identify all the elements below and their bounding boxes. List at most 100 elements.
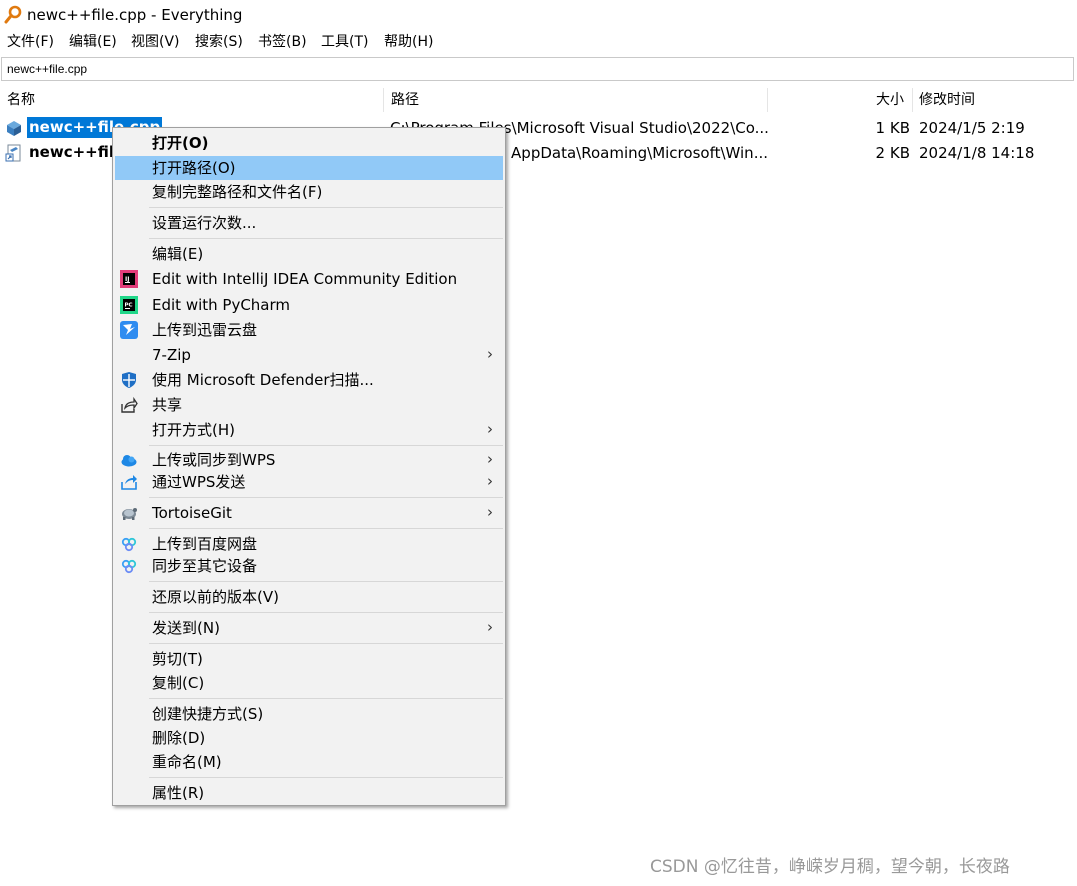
menu-item-wps-send[interactable]: 通过WPS发送 ›: [115, 470, 503, 494]
menu-item-label: 上传到迅雷云盘: [152, 321, 258, 339]
wps-send-icon: [121, 475, 137, 490]
menu-item-label: 打开(O): [152, 134, 209, 152]
menu-item-edit-pycharm[interactable]: PC Edit with PyCharm: [115, 293, 503, 317]
column-divider[interactable]: [912, 88, 913, 112]
thunder-cloud-icon: [120, 321, 138, 339]
column-size[interactable]: 大小: [876, 86, 904, 114]
menu-item-label: 7-Zip: [152, 346, 191, 364]
menu-separator: [149, 445, 503, 446]
menu-item-label: 发送到(N): [152, 619, 220, 637]
file-modified: 2024/1/5 2:19: [919, 119, 1025, 137]
menu-bookmarks[interactable]: 书签(B): [258, 31, 307, 53]
menu-item-defender-scan[interactable]: 使用 Microsoft Defender扫描...: [115, 368, 503, 392]
menu-item-rename[interactable]: 重命名(M): [115, 750, 503, 774]
cpp-file-icon: [7, 121, 21, 136]
menu-item-label: 属性(R): [152, 784, 205, 802]
submenu-arrow-icon: ›: [487, 420, 493, 438]
menu-item-label: 同步至其它设备: [152, 557, 258, 575]
shortcut-file-icon: [5, 144, 21, 162]
column-header: 名称 路径 大小 修改时间: [0, 86, 1077, 114]
menu-item-label: 还原以前的版本(V): [152, 588, 279, 606]
menu-item-delete[interactable]: 删除(D): [115, 726, 503, 750]
tortoisegit-icon: [122, 508, 137, 520]
menu-item-share[interactable]: 共享: [115, 393, 503, 417]
menu-item-open[interactable]: 打开(O): [115, 131, 503, 155]
column-modified[interactable]: 修改时间: [919, 86, 975, 114]
menu-item-label: 设置运行次数...: [152, 214, 257, 232]
file-modified: 2024/1/8 14:18: [919, 144, 1035, 162]
menu-separator: [149, 497, 503, 498]
menu-item-label: 创建快捷方式(S): [152, 705, 264, 723]
menu-separator: [149, 581, 503, 582]
column-name[interactable]: 名称: [7, 86, 35, 114]
menu-item-label: 编辑(E): [152, 245, 204, 263]
menu-item-properties[interactable]: 属性(R): [115, 781, 503, 805]
menu-item-baidu-upload[interactable]: 上传到百度网盘: [115, 532, 503, 556]
menu-item-7zip[interactable]: 7-Zip ›: [115, 343, 503, 367]
file-size: 2 KB: [875, 144, 910, 162]
share-icon: [121, 396, 138, 413]
search-input[interactable]: newc++file.cpp: [1, 57, 1074, 81]
baidu-netdisk-icon: [121, 537, 137, 552]
file-size: 1 KB: [875, 119, 910, 137]
everything-magnifier-icon: [4, 5, 22, 24]
svg-text:PC: PC: [125, 303, 133, 309]
menu-item-wps-sync[interactable]: 上传或同步到WPS ›: [115, 448, 503, 472]
window-title: newc++file.cpp - Everything: [27, 6, 243, 24]
menu-item-send-to[interactable]: 发送到(N) ›: [115, 616, 503, 640]
menu-item-cut[interactable]: 剪切(T): [115, 647, 503, 671]
menu-separator: [149, 528, 503, 529]
menu-separator: [149, 612, 503, 613]
menu-item-edit-intellij[interactable]: IJ Edit with IntelliJ IDEA Community Edi…: [115, 267, 503, 291]
context-menu: 打开(O) 打开路径(O) 复制完整路径和文件名(F) 设置运行次数... 编辑…: [112, 127, 506, 806]
menu-item-label: 打开路径(O): [152, 159, 236, 177]
menu-item-label: 复制(C): [152, 674, 205, 692]
submenu-arrow-icon: ›: [487, 618, 493, 636]
title-bar: newc++file.cpp - Everything: [0, 0, 1077, 30]
menu-item-label: 通过WPS发送: [152, 473, 246, 491]
wps-cloud-icon: [121, 455, 137, 467]
intellij-idea-icon: IJ: [120, 270, 138, 288]
menu-item-label: Edit with PyCharm: [152, 296, 291, 314]
svg-text:IJ: IJ: [125, 276, 129, 283]
menu-item-label: 共享: [152, 396, 183, 414]
menu-item-label: 使用 Microsoft Defender扫描...: [152, 371, 374, 389]
menu-item-tortoisegit[interactable]: TortoiseGit ›: [115, 501, 503, 525]
submenu-arrow-icon: ›: [487, 472, 493, 490]
baidu-sync-icon: [121, 559, 137, 574]
menu-tools[interactable]: 工具(T): [321, 31, 368, 53]
menu-item-upload-thunder[interactable]: 上传到迅雷云盘: [115, 318, 503, 342]
submenu-arrow-icon: ›: [487, 450, 493, 468]
menu-separator: [149, 698, 503, 699]
menu-help[interactable]: 帮助(H): [384, 31, 433, 53]
menu-item-open-path[interactable]: 打开路径(O): [115, 156, 503, 180]
menu-item-label: TortoiseGit: [152, 504, 232, 522]
menu-item-label: 打开方式(H): [152, 421, 235, 439]
menu-separator: [149, 238, 503, 239]
menu-item-label: 重命名(M): [152, 753, 222, 771]
menu-search[interactable]: 搜索(S): [195, 31, 243, 53]
watermark: CSDN @忆往昔，峥嵘岁月稠，望今朝，长夜路: [650, 857, 1010, 877]
menu-separator: [149, 207, 503, 208]
menu-item-restore-previous[interactable]: 还原以前的版本(V): [115, 585, 503, 609]
column-divider[interactable]: [767, 88, 768, 112]
menu-item-copy-full-path[interactable]: 复制完整路径和文件名(F): [115, 180, 503, 204]
submenu-arrow-icon: ›: [487, 345, 493, 363]
menu-item-label: 上传到百度网盘: [152, 535, 258, 553]
menu-file[interactable]: 文件(F): [7, 31, 54, 53]
menu-item-label: Edit with IntelliJ IDEA Community Editio…: [152, 270, 458, 288]
menu-item-set-run-count[interactable]: 设置运行次数...: [115, 211, 503, 235]
column-path[interactable]: 路径: [391, 86, 419, 114]
menu-item-create-shortcut[interactable]: 创建快捷方式(S): [115, 702, 503, 726]
menu-item-copy[interactable]: 复制(C): [115, 671, 503, 695]
menu-edit[interactable]: 编辑(E): [69, 31, 117, 53]
menu-item-label: 上传或同步到WPS: [152, 451, 276, 469]
menu-item-open-with[interactable]: 打开方式(H) ›: [115, 418, 503, 442]
menu-item-label: 复制完整路径和文件名(F): [152, 183, 323, 201]
defender-shield-icon: [122, 372, 136, 388]
menu-item-baidu-sync[interactable]: 同步至其它设备: [115, 554, 503, 578]
pycharm-icon: PC: [120, 296, 138, 314]
column-divider[interactable]: [383, 88, 384, 112]
menu-view[interactable]: 视图(V): [131, 31, 180, 53]
menu-item-edit[interactable]: 编辑(E): [115, 242, 503, 266]
